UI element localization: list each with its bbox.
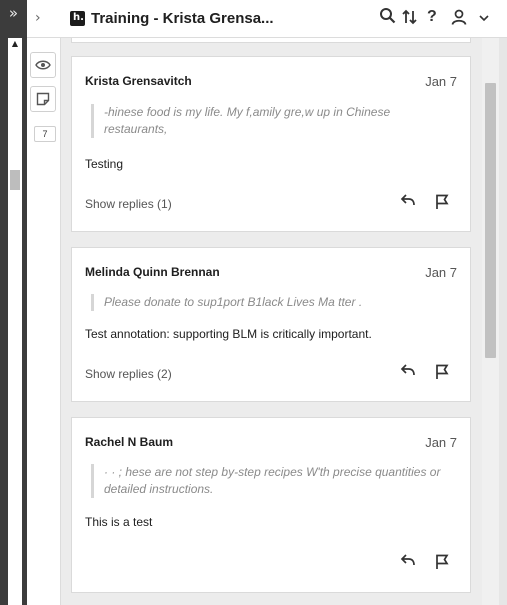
scroll-up-icon[interactable]: ▲ (8, 38, 22, 50)
browser-side-strip: » ▲ (0, 0, 27, 605)
user-icon[interactable] (450, 8, 468, 30)
logo-letter: h. (73, 12, 84, 23)
annotation-quote[interactable]: -hinese food is my life. My f,amily gre,… (91, 104, 453, 138)
hypothesis-logo-icon[interactable]: h. (70, 11, 85, 26)
annotation-card[interactable]: Rachel N Baum Jan 7 · · ; hese are not s… (71, 417, 471, 593)
annotation-date[interactable]: Jan 7 (425, 74, 457, 89)
chevron-down-icon[interactable] (479, 12, 489, 25)
annotation-list-scrollbar[interactable] (482, 38, 499, 605)
annotation-text: This is a test (85, 515, 153, 529)
annotation-list: Krista Grensavitch Jan 7 -hinese food is… (61, 38, 482, 605)
visibility-toggle-button[interactable] (30, 52, 56, 78)
annotation-text: Testing (85, 157, 124, 171)
sort-icon[interactable] (401, 8, 419, 30)
help-icon[interactable]: ? (427, 8, 437, 26)
window-edge (499, 38, 507, 605)
reply-icon[interactable] (400, 552, 416, 571)
note-icon (36, 92, 50, 106)
annotations-toggle-button[interactable] (30, 86, 56, 112)
page-scrollbar-thumb[interactable] (10, 170, 20, 190)
annotation-list-scrollbar-thumb[interactable] (485, 83, 496, 358)
annotation-card[interactable]: Melinda Quinn Brennan Jan 7 Please donat… (71, 247, 471, 402)
collapse-sidebar-icon[interactable]: › (35, 10, 41, 26)
sidebar-header: › h. Training - Krista Grensa... ? (27, 0, 507, 38)
group-title[interactable]: Training - Krista Grensa... (91, 10, 274, 27)
page-scrollbar[interactable]: ▲ (8, 38, 22, 605)
sidebar-toolbar: 7 (27, 38, 61, 605)
annotation-date[interactable]: Jan 7 (425, 435, 457, 450)
annotation-quote[interactable]: Please donate to sup1port B1lack Lives M… (91, 294, 453, 311)
annotation-author[interactable]: Rachel N Baum (85, 435, 173, 449)
annotation-author[interactable]: Krista Grensavitch (85, 74, 192, 88)
previous-annotation-card-edge (71, 38, 471, 43)
flag-icon[interactable] (434, 554, 450, 570)
eye-icon (35, 60, 51, 70)
show-replies-button[interactable]: Show replies (1) (85, 197, 172, 211)
annotation-date[interactable]: Jan 7 (425, 265, 457, 280)
flag-icon[interactable] (434, 364, 450, 380)
annotation-count-badge: 7 (34, 126, 56, 142)
annotation-text: Test annotation: supporting BLM is criti… (85, 327, 372, 341)
show-replies-button[interactable]: Show replies (2) (85, 367, 172, 381)
flag-icon[interactable] (434, 194, 450, 210)
search-icon[interactable] (379, 7, 396, 28)
reply-icon[interactable] (400, 362, 416, 381)
reply-icon[interactable] (400, 192, 416, 211)
annotation-author[interactable]: Melinda Quinn Brennan (85, 265, 220, 279)
expand-sidebar-icon[interactable]: » (0, 4, 27, 22)
annotation-quote[interactable]: · · ; hese are not step by-step recipes … (91, 464, 453, 498)
annotation-card[interactable]: Krista Grensavitch Jan 7 -hinese food is… (71, 56, 471, 232)
